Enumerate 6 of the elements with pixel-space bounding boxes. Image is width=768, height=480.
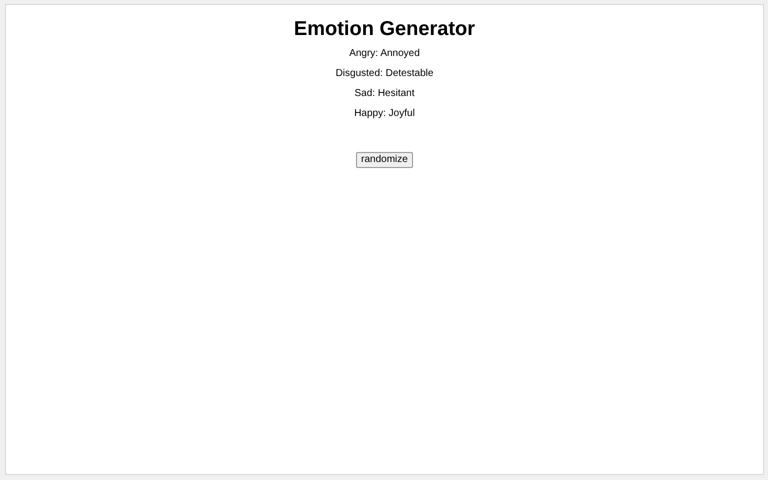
emotion-line: Disgusted: Detestable	[336, 68, 434, 80]
page-title: Emotion Generator	[294, 17, 476, 41]
randomize-button[interactable]: randomize	[356, 152, 413, 168]
emotion-line: Sad: Hesitant	[354, 88, 415, 100]
emotion-line: Angry: Annoyed	[349, 48, 420, 60]
emotion-line: Happy: Joyful	[354, 108, 415, 120]
